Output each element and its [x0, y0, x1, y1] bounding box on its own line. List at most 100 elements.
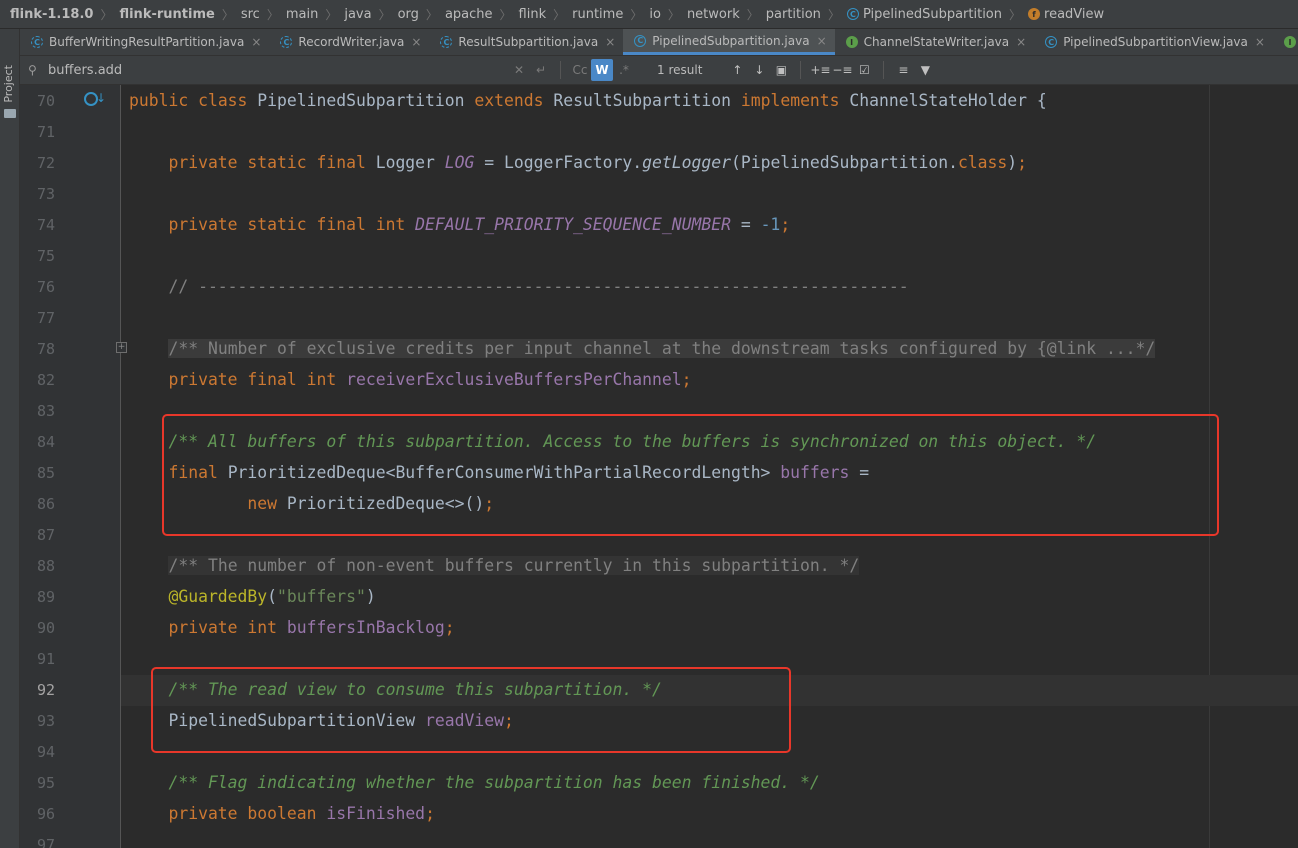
divider [883, 61, 885, 79]
code-line[interactable]: 89 @GuardedBy("buffers") [20, 581, 1298, 612]
close-tab-icon[interactable]: × [817, 34, 827, 48]
search-icon[interactable]: ⚲ [28, 63, 44, 77]
folder-icon [4, 109, 16, 118]
editor-tab[interactable]: IBufferAvailabilityListener [1273, 29, 1298, 55]
code-line[interactable]: 77 [20, 302, 1298, 333]
class-icon: C [1045, 36, 1058, 48]
breadcrumb-item[interactable]: java [344, 7, 371, 22]
breadcrumb-item[interactable]: apache [445, 7, 493, 22]
code-line[interactable]: 72 private static final Logger LOG = Log… [20, 147, 1298, 178]
code-text: // -------------------------------------… [129, 277, 908, 296]
search-input[interactable] [48, 62, 508, 78]
code-token: /** Flag indicating whether the subparti… [129, 773, 820, 792]
project-tool-button[interactable]: Project [2, 65, 15, 103]
code-token: getLogger [642, 153, 731, 172]
breadcrumb-item[interactable]: flink-runtime [119, 7, 214, 22]
code-line[interactable]: 82 private final int receiverExclusiveBu… [20, 364, 1298, 395]
code-token: extends [474, 91, 554, 110]
code-token: ResultSubpartition [553, 91, 741, 110]
close-tab-icon[interactable]: × [605, 35, 615, 49]
breadcrumb-item[interactable]: runtime [572, 7, 623, 22]
tab-label: ResultSubpartition.java [458, 35, 599, 49]
breadcrumb: flink-1.18.0 〉 flink-runtime 〉 src 〉 main 〉 java… [0, 0, 1298, 29]
tab-label: RecordWriter.java [298, 35, 405, 49]
code-token: ) [365, 587, 376, 606]
breadcrumb-item[interactable]: main [286, 7, 318, 22]
open-in-window-icon[interactable]: ▣ [770, 59, 792, 81]
code-line[interactable]: 88 /** The number of non-event buffers c… [20, 550, 1298, 581]
filter-icon[interactable]: ▼ [914, 59, 936, 81]
filter-options-icon[interactable]: ≡ [892, 59, 914, 81]
close-tab-icon[interactable]: × [411, 35, 421, 49]
code-token: ) [1007, 153, 1018, 172]
result-count: 1 result [657, 63, 703, 77]
breadcrumb-item[interactable]: src [241, 7, 260, 22]
regex-toggle[interactable]: .* [613, 59, 635, 81]
code-line[interactable]: 76 // ----------------------------------… [20, 271, 1298, 302]
editor-tab[interactable]: C PipelinedSubpartition.java × [623, 29, 835, 55]
editor-tab[interactable]: C PipelinedSubpartitionView.java × [1034, 29, 1273, 55]
breadcrumb-label: org [397, 6, 419, 22]
breadcrumb-item[interactable]: flink-1.18.0 [10, 7, 93, 22]
close-tab-icon[interactable]: × [1016, 35, 1026, 49]
breadcrumb-label: flink [518, 6, 547, 22]
breadcrumb-label: PipelinedSubpartition [862, 6, 1002, 22]
code-line[interactable]: 97 [20, 829, 1298, 848]
code-token: ; [444, 618, 455, 637]
breadcrumb-item[interactable]: C PipelinedSubpartition [846, 6, 1002, 22]
code-token: DEFAULT_PRIORITY_SEQUENCE_NUMBER [415, 215, 731, 234]
breadcrumb-item[interactable]: partition [766, 7, 821, 22]
editor-tab[interactable]: I ChannelStateWriter.java × [835, 29, 1035, 55]
code-token: ; [425, 804, 435, 823]
code-editor[interactable]: 70 ↓ public class PipelinedSubpartition ex… [20, 85, 1298, 848]
abstract-icon: C [280, 36, 293, 48]
code-token: class [198, 91, 258, 110]
code-line[interactable]: 75 [20, 240, 1298, 271]
words-toggle[interactable]: W [591, 59, 613, 81]
code-line[interactable]: 95 /** Flag indicating whether the subpa… [20, 767, 1298, 798]
code-token: @GuardedBy [129, 587, 268, 606]
previous-occurrence-icon[interactable]: ↑ [726, 59, 748, 81]
breadcrumb-separator-icon: 〉 [266, 7, 279, 22]
expand-fold-icon[interactable]: + [116, 342, 127, 353]
code-token: buffersInBacklog [286, 618, 445, 637]
match-case-toggle[interactable]: Cc [569, 59, 591, 81]
editor-tab[interactable]: C BufferWritingResultPartition.java × [20, 29, 269, 55]
go-to-implementation-icon[interactable]: ↓ [96, 91, 106, 105]
breadcrumb-item[interactable]: network [687, 7, 740, 22]
code-line[interactable]: 71 [20, 116, 1298, 147]
breadcrumb-label: partition [765, 6, 821, 22]
breadcrumb-label: flink-runtime [119, 6, 215, 22]
breadcrumb-item[interactable]: f readView [1028, 7, 1104, 22]
line-number: 90 [36, 618, 55, 637]
code-token: ; [780, 215, 791, 234]
divider [800, 61, 802, 79]
code-text: /** The number of non-event buffers curr… [129, 556, 860, 575]
close-tab-icon[interactable]: × [1255, 35, 1265, 49]
clear-search-icon[interactable]: ✕ [508, 59, 530, 81]
line-number: 83 [36, 401, 55, 420]
code-line[interactable]: 96 private boolean isFinished; [20, 798, 1298, 829]
search-history-icon[interactable]: ↵ [530, 59, 552, 81]
code-line[interactable]: 70 ↓ public class PipelinedSubpartition ex… [20, 85, 1298, 116]
select-all-occurrences-icon[interactable]: ☑ [853, 59, 875, 81]
code-token: LOG [444, 153, 475, 172]
breadcrumb-item[interactable]: flink [519, 7, 547, 22]
code-line[interactable]: 90 private int buffersInBacklog; [20, 612, 1298, 643]
editor-tab[interactable]: C RecordWriter.java × [269, 29, 429, 55]
code-token: -1 [760, 215, 781, 234]
line-number: 94 [36, 742, 55, 761]
code-token: ; [1017, 153, 1028, 172]
breadcrumb-item[interactable]: io [649, 7, 661, 22]
next-occurrence-icon[interactable]: ↓ [748, 59, 770, 81]
breadcrumb-item[interactable]: org [398, 7, 419, 22]
close-tab-icon[interactable]: × [251, 35, 261, 49]
editor-tab[interactable]: C ResultSubpartition.java × [429, 29, 623, 55]
add-occurrence-icon[interactable]: +≡ [809, 59, 831, 81]
remove-occurrence-icon[interactable]: −≡ [831, 59, 853, 81]
code-line[interactable]: 74 private static final int DEFAULT_PRIO… [20, 209, 1298, 240]
code-text: public class PipelinedSubpartition exten… [129, 91, 1047, 110]
code-line[interactable]: 78 + /** Number of exclusive credits per … [20, 333, 1298, 364]
code-line[interactable]: 73 [20, 178, 1298, 209]
tab-label: ChannelStateWriter.java [863, 35, 1010, 49]
